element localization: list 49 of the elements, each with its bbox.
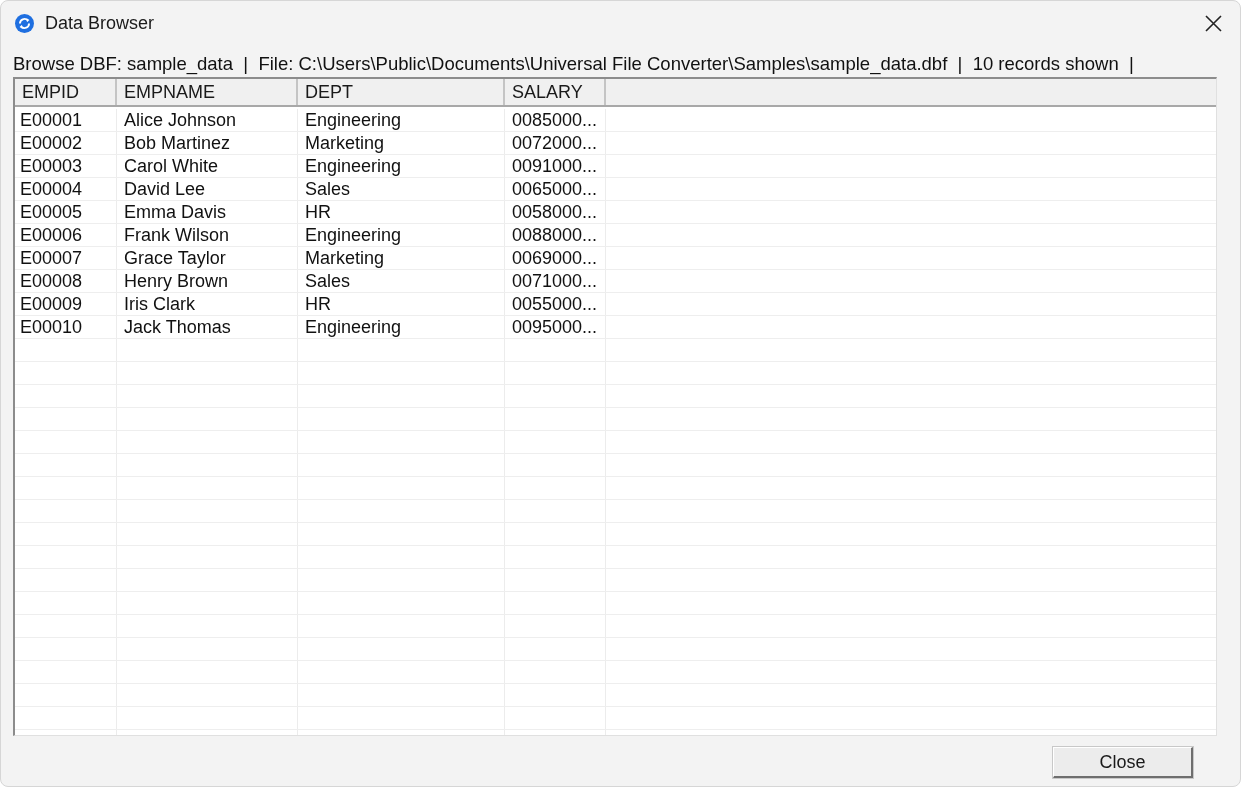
table-cell: Jack Thomas <box>117 316 298 338</box>
table-cell: Frank Wilson <box>117 224 298 246</box>
table-cell: 0091000... <box>505 155 606 177</box>
table-cell: E00007 <box>15 247 117 269</box>
column-header[interactable]: SALARY <box>505 79 606 105</box>
table-cell: David Lee <box>117 178 298 200</box>
table-cell: 0071000... <box>505 270 606 292</box>
table-cell: Emma Davis <box>117 201 298 223</box>
table-cell: HR <box>298 293 505 315</box>
table-cell: Iris Clark <box>117 293 298 315</box>
table-cell: E00009 <box>15 293 117 315</box>
table-cell: Engineering <box>298 224 505 246</box>
sync-icon <box>15 14 34 33</box>
column-header[interactable]: DEPT <box>298 79 505 105</box>
table-cell: Engineering <box>298 109 505 131</box>
table-cell: 0065000... <box>505 178 606 200</box>
column-header[interactable]: EMPNAME <box>117 79 298 105</box>
table-cell: 0069000... <box>505 247 606 269</box>
table-cell: Engineering <box>298 316 505 338</box>
table-cell: 0095000... <box>505 316 606 338</box>
close-button[interactable]: Close <box>1053 747 1193 778</box>
table-cell: E00001 <box>15 109 117 131</box>
window-title: Data Browser <box>45 13 155 34</box>
table-cell: 0085000... <box>505 109 606 131</box>
table-cell: Engineering <box>298 155 505 177</box>
table-cell: 0088000... <box>505 224 606 246</box>
table-cell: 0055000... <box>505 293 606 315</box>
table-cell: Henry Brown <box>117 270 298 292</box>
table-cell: E00006 <box>15 224 117 246</box>
table-cell: E00004 <box>15 178 117 200</box>
table-cell: Marketing <box>298 132 505 154</box>
table-cell: Grace Taylor <box>117 247 298 269</box>
table-cell: Carol White <box>117 155 298 177</box>
table-cell: E00003 <box>15 155 117 177</box>
table-cell: 0058000... <box>505 201 606 223</box>
table-cell: E00010 <box>15 316 117 338</box>
table-cell: Alice Johnson <box>117 109 298 131</box>
table-cell: Sales <box>298 270 505 292</box>
table-cell: Sales <box>298 178 505 200</box>
table-cell: Bob Martinez <box>117 132 298 154</box>
table-cell: E00005 <box>15 201 117 223</box>
table-cell: E00002 <box>15 132 117 154</box>
table-cell: 0072000... <box>505 132 606 154</box>
close-icon <box>1204 15 1222 32</box>
column-header[interactable]: EMPID <box>15 79 117 105</box>
table-cell: HR <box>298 201 505 223</box>
table-cell: E00008 <box>15 270 117 292</box>
table-cell: Marketing <box>298 247 505 269</box>
status-text: Browse DBF: sample_data | File: C:\Users\Public\Documents\Universal File Converter\Samples\sample_data.dbf | 10 records shown | <box>12 52 1135 77</box>
